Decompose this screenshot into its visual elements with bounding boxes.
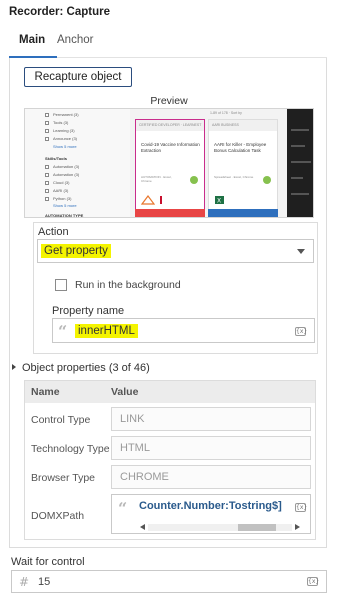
- preview-sidebar-row: Python (3): [53, 196, 72, 201]
- preview-checkbox: [45, 173, 49, 177]
- preview-result-count: 1-89 of 178 · Sort by: [210, 111, 242, 115]
- preview-sidebar-link: Show 5 more: [53, 203, 77, 208]
- action-selected-value: Get property: [41, 244, 111, 258]
- preview-sidebar-row: Learning (3): [53, 128, 75, 133]
- technology-type-field: HTML: [111, 436, 311, 460]
- technology-type-label: Technology Type: [31, 443, 110, 455]
- svg-text:X: X: [217, 198, 221, 205]
- preview-dark-line: [291, 129, 309, 131]
- column-header-name: Name: [31, 386, 60, 398]
- action-label: Action: [38, 226, 69, 238]
- wait-value: 15: [38, 576, 51, 588]
- preview-dark-panel: [287, 109, 313, 217]
- preview-sidebar-row: Announce (3): [53, 136, 78, 141]
- object-properties-table: Name Value Control Type LINK Technology …: [24, 380, 316, 540]
- property-name-label: Property name: [52, 305, 125, 317]
- preview-sidebar-header: AUTOMATION TYPE: [45, 213, 84, 218]
- preview-dark-line: [291, 177, 303, 179]
- hash-icon: #: [19, 575, 30, 589]
- property-name-input[interactable]: “ innerHTML {x}: [52, 318, 315, 343]
- preview-checkbox: [45, 165, 49, 169]
- excel-icon: X: [215, 196, 224, 205]
- domxpath-value: Counter.Number:Tostring$]: [139, 500, 282, 512]
- property-name-value: innerHTML: [75, 324, 138, 338]
- preview-checkbox: [45, 121, 49, 125]
- quote-icon: “: [58, 322, 68, 341]
- quote-icon: “: [118, 499, 128, 518]
- control-type-field: LINK: [111, 407, 311, 431]
- preview-logo-icon: [141, 195, 155, 205]
- domxpath-input[interactable]: “ Counter.Number:Tostring$] {x}: [111, 494, 311, 534]
- fx-icon[interactable]: {x}: [307, 577, 319, 586]
- caret-right-icon[interactable]: [12, 364, 16, 370]
- tab-main[interactable]: Main: [19, 34, 45, 46]
- run-in-background-checkbox[interactable]: [55, 279, 67, 291]
- preview-card: AARI BUSINESS AARI for Killer - Employee…: [208, 119, 278, 215]
- wait-for-control-label: Wait for control: [11, 556, 85, 568]
- object-properties-label[interactable]: Object properties (3 of 46): [22, 362, 150, 374]
- preview-checkbox: [45, 181, 49, 185]
- browser-type-label: Browser Type: [31, 472, 95, 484]
- preview-status-dot: [190, 176, 198, 184]
- preview-card-title: AARI for Killer - Employee Bonus Calcula…: [214, 142, 267, 153]
- preview-sidebar-row: Automation (3): [53, 172, 80, 177]
- preview-image: Permanent (3) Tools (3) Learning (3) Ann…: [24, 108, 314, 218]
- preview-card-meta: Spreadsheet · Excel, Chrome: [214, 175, 254, 179]
- preview-card-meta: AUTOMATION · Excel, Chrome: [141, 175, 172, 183]
- preview-sidebar-row: Tools (3): [53, 120, 69, 125]
- panel-title: Recorder: Capture: [9, 6, 110, 18]
- preview-logo-bar: [160, 196, 162, 204]
- preview-sidebar-row: AARI (3): [53, 188, 69, 193]
- preview-card-highlighted: CERTIFIED DEVELOPER · LEARNEST Covid-19 …: [135, 119, 205, 215]
- domxpath-label: DOMXPath: [31, 510, 85, 522]
- preview-checkbox: [45, 189, 49, 193]
- tab-bar: Main Anchor: [9, 34, 327, 58]
- action-select[interactable]: Get property: [37, 239, 314, 263]
- browser-type-field: CHROME: [111, 465, 311, 489]
- wait-for-control-input[interactable]: # 15 {x}: [11, 570, 327, 593]
- preview-checkbox: [45, 197, 49, 201]
- preview-sidebar: Permanent (3) Tools (3) Learning (3) Ann…: [25, 109, 130, 218]
- preview-sidebar-row: Automation (3): [53, 164, 80, 169]
- scrollbar-thumb[interactable]: [238, 524, 276, 531]
- preview-status-dot: [263, 176, 271, 184]
- preview-sidebar-row: Cloud (3): [53, 180, 70, 185]
- table-header: Name Value: [25, 381, 315, 403]
- preview-card-strip: [135, 209, 205, 217]
- preview-checkbox: [45, 137, 49, 141]
- control-type-label: Control Type: [31, 414, 91, 426]
- column-header-value: Value: [111, 386, 139, 398]
- preview-card-title: Covid-19 Vaccine Information Extraction: [141, 142, 200, 153]
- preview-sidebar-row: Permanent (3): [53, 112, 79, 117]
- scroll-left-icon[interactable]: [140, 524, 145, 530]
- run-in-background-label: Run in the background: [75, 279, 181, 291]
- tab-anchor[interactable]: Anchor: [57, 34, 93, 46]
- recapture-object-button[interactable]: Recapture object: [24, 67, 132, 87]
- preview-card-header: CERTIFIED DEVELOPER · LEARNEST: [136, 120, 204, 131]
- preview-label: Preview: [150, 95, 188, 107]
- horizontal-scrollbar[interactable]: [140, 523, 300, 532]
- preview-card-strip: [208, 209, 278, 217]
- preview-checkbox: [45, 113, 49, 117]
- chevron-down-icon[interactable]: [297, 249, 305, 254]
- preview-dark-line: [291, 145, 305, 147]
- preview-sidebar-header: Skills/Tools: [45, 156, 67, 161]
- fx-icon[interactable]: {x}: [295, 327, 307, 336]
- preview-sidebar-link: Show 5 more: [53, 144, 77, 149]
- fx-icon[interactable]: {x}: [295, 503, 307, 512]
- preview-checkbox: [45, 129, 49, 133]
- preview-card-header: AARI BUSINESS: [209, 120, 277, 131]
- scroll-right-icon[interactable]: [295, 524, 300, 530]
- preview-dark-line: [291, 193, 309, 195]
- preview-dark-line: [291, 161, 311, 163]
